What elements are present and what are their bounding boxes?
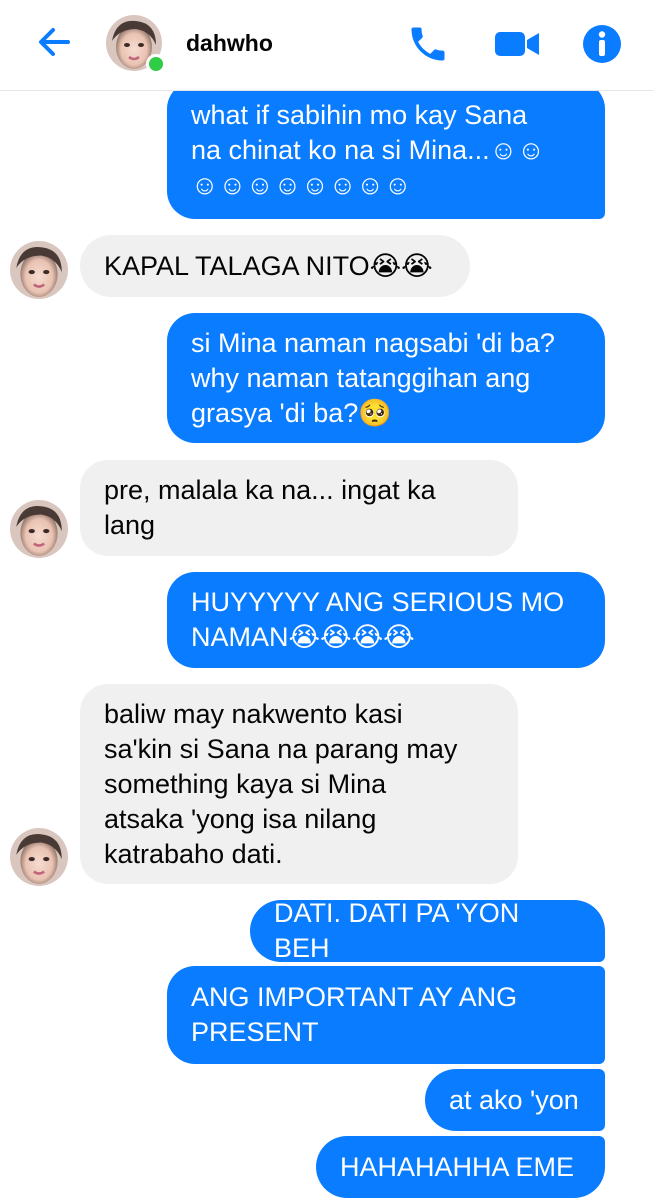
sent-message[interactable]: HUYYYYY ANG SERIOUS MO NAMAN😭😭😭😭 xyxy=(167,572,605,668)
back-button[interactable] xyxy=(34,22,74,62)
received-message[interactable]: KAPAL TALAGA NITO😭😭 xyxy=(80,235,470,297)
message-thread[interactable]: what if sabihin mo kay Sana na chinat ko… xyxy=(0,91,653,1200)
info-icon xyxy=(583,25,621,63)
contact-avatar-small[interactable] xyxy=(10,500,68,558)
video-camera-icon xyxy=(495,32,539,56)
received-message[interactable]: pre, malala ka na... ingat ka lang xyxy=(80,460,518,556)
arrow-left-icon xyxy=(39,28,70,56)
contact-name[interactable]: dahwho xyxy=(186,30,273,57)
info-button[interactable] xyxy=(580,22,624,66)
online-status-indicator xyxy=(146,54,166,74)
chat-header: dahwho xyxy=(0,0,653,91)
sent-message[interactable]: ANG IMPORTANT AY ANG PRESENT xyxy=(167,966,605,1064)
sent-message[interactable]: HAHAHAHHA EME xyxy=(316,1136,605,1198)
sent-message[interactable]: si Mina naman nagsabi 'di ba? why naman … xyxy=(167,313,605,443)
sent-message[interactable]: at ako 'yon xyxy=(425,1069,605,1131)
call-button[interactable] xyxy=(406,22,450,66)
video-call-button[interactable] xyxy=(493,22,539,66)
sent-message[interactable]: what if sabihin mo kay Sana na chinat ko… xyxy=(167,91,605,219)
phone-icon xyxy=(411,27,445,61)
contact-avatar-small[interactable] xyxy=(10,828,68,886)
sent-message[interactable]: DATI. DATI PA 'YON BEH xyxy=(250,898,605,963)
contact-avatar-small[interactable] xyxy=(10,241,68,299)
received-message[interactable]: baliw may nakwento kasi sa'kin si Sana n… xyxy=(80,684,518,884)
